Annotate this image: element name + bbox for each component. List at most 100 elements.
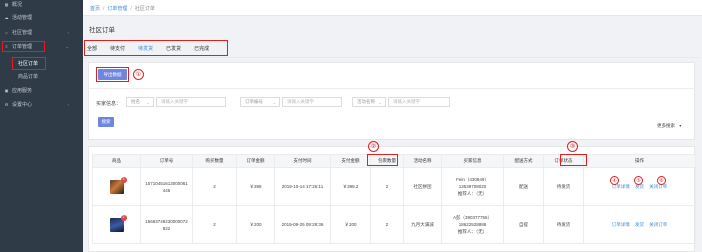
sidebar: ▦ 概况 ☁ 活动管理 ⌂ 社区管理 › ≡ 订单管理 ⌄ 社区订单 商品订单 … xyxy=(0,0,83,252)
column-header: 订单金额 xyxy=(236,154,275,168)
table-row: 3 15710451613000061 445 2 ￥398 2019-10-14… xyxy=(92,167,696,206)
column-header: 订单号 xyxy=(140,154,193,168)
sidebar-item-overview[interactable]: ▦ 概况 xyxy=(0,0,83,9)
divider xyxy=(84,57,700,58)
sidebar-item-label: 社区管理 xyxy=(12,30,33,36)
column-header: 支付金额 xyxy=(330,154,371,168)
packages-cell: 2 xyxy=(370,205,404,244)
close-order-link[interactable]: 关闭订单 xyxy=(649,184,667,189)
caret-down-icon: ▾ xyxy=(679,123,682,128)
highlight-box xyxy=(560,154,587,166)
annotation-marker: ④ xyxy=(610,176,619,185)
quantity-badge: 2 xyxy=(120,214,127,221)
select-value: 姓名 xyxy=(131,99,140,104)
highlight-box xyxy=(84,40,228,56)
buyer-cell: A彭（390377755） 18622528888 推荐人：（无） xyxy=(441,205,504,244)
annotation-marker: ⑥ xyxy=(657,176,666,185)
amount-cell: ￥398 xyxy=(236,167,275,206)
sidebar-item-goods-orders[interactable]: 商品订单 xyxy=(0,72,83,81)
order-field-select[interactable]: 订单编号 ⌄ xyxy=(240,97,280,107)
buyer-phone: 18622528888 xyxy=(458,222,487,227)
orders-table: 商品 订单号 购买数量 订单金额 支付时间 支付金额 包裹数量 活动名称 买家信… xyxy=(92,154,696,244)
buyer-field-select[interactable]: 姓名 ⌄ xyxy=(126,97,154,107)
chevron-down-icon: ⌄ xyxy=(272,99,276,105)
column-header: 商品 xyxy=(92,154,141,168)
table-row: 2 15693748230000072 822 2 ￥200 2019-09-25… xyxy=(92,205,696,244)
search-button[interactable]: 搜索 xyxy=(98,117,114,127)
grid-icon: ▦ xyxy=(4,2,9,7)
actions-cell: 订单详情 发货 关闭订单 xyxy=(583,205,696,244)
pay-amount-cell: ￥200 xyxy=(330,205,371,244)
sidebar-item-apps[interactable]: ▣ 应用服务 xyxy=(0,86,83,95)
breadcrumb-separator: / xyxy=(103,6,105,12)
sidebar-item-community[interactable]: ⌂ 社区管理 › xyxy=(0,28,83,37)
qty-cell: 2 xyxy=(192,205,237,244)
sidebar-item-label: 应用服务 xyxy=(12,88,33,94)
annotation-marker: ① xyxy=(133,69,144,80)
activity-search-input[interactable]: 请输入关键字 xyxy=(388,97,450,107)
sidebar-item-label: 活动管理 xyxy=(12,15,33,21)
chevron-right-icon: › xyxy=(67,30,69,35)
pay-amount-cell: ￥398.2 xyxy=(330,167,371,206)
annotation-marker: ③ xyxy=(567,141,578,152)
column-header: 配送方式 xyxy=(503,154,544,168)
activity-field-select[interactable]: 活动名称 ⌄ xyxy=(352,97,386,107)
pay-time-cell: 2019-10-14 17:26:11 xyxy=(274,167,331,206)
order-detail-link[interactable]: 订单详情 xyxy=(612,222,630,227)
buyer-referrer: 推荐人：（无） xyxy=(457,191,488,196)
activity-cell: 九月大满减 xyxy=(403,205,442,244)
qty-cell: 2 xyxy=(192,167,237,206)
ship-link[interactable]: 发货 xyxy=(635,222,644,227)
topbar: 首页 / 订单管理 / 社区订单 xyxy=(83,0,702,16)
select-value: 订单编号 xyxy=(245,99,263,104)
buyer-cell: Fein（430849） 13539708020 推荐人：（无） xyxy=(441,167,504,206)
breadcrumb-separator: / xyxy=(130,6,132,12)
more-search-toggle[interactable]: 更多搜索 ▾ xyxy=(657,123,681,129)
breadcrumb-home[interactable]: 首页 xyxy=(90,6,100,12)
select-value: 活动名称 xyxy=(357,99,375,104)
breadcrumb-parent[interactable]: 订单管理 xyxy=(107,6,127,12)
highlight-box xyxy=(367,154,398,166)
activity-cell: 社区拼团 xyxy=(403,167,442,206)
delivery-cell: 自提 xyxy=(503,205,544,244)
buyer-name: Fein（430849） xyxy=(456,177,489,182)
annotation-marker: ② xyxy=(368,141,379,152)
status-cell: 待发货 xyxy=(543,205,584,244)
divider xyxy=(88,88,695,89)
order-no-cell: 15693748230000072 822 xyxy=(140,205,193,244)
breadcrumb: 首页 / 订单管理 / 社区订单 xyxy=(90,5,155,12)
product-thumbnail[interactable]: 3 xyxy=(109,176,127,194)
buyer-info-label: 买家信息： xyxy=(96,101,122,107)
actions-cell: 订单详情 发货 关闭订单 xyxy=(583,167,696,206)
product-thumbnail[interactable]: 2 xyxy=(109,214,127,232)
quantity-badge: 3 xyxy=(120,176,127,183)
buyer-name: A彭（390377755） xyxy=(452,215,493,220)
order-search-input[interactable]: 请输入关键字 xyxy=(282,97,342,107)
highlight-box xyxy=(96,67,129,82)
packages-cell: 2 xyxy=(370,167,404,206)
more-search-label: 更多搜索 xyxy=(657,123,675,128)
delivery-cell: 配送 xyxy=(503,167,544,206)
sidebar-item-activity[interactable]: ☁ 活动管理 xyxy=(0,13,83,22)
order-no-line: 15710451613000061 xyxy=(145,180,188,186)
close-order-link[interactable]: 关闭订单 xyxy=(649,222,667,227)
order-no-cell: 15710451613000061 445 xyxy=(140,167,193,206)
apps-icon: ▣ xyxy=(4,88,9,93)
sidebar-item-label: 设置中心 xyxy=(12,102,33,108)
chevron-down-icon: ⌄ xyxy=(65,44,69,49)
home-icon: ⌂ xyxy=(5,30,8,35)
sidebar-item-label: 商品订单 xyxy=(18,74,39,80)
highlight-box xyxy=(2,41,45,52)
buyer-phone: 13539708020 xyxy=(458,184,487,189)
column-header: 购买数量 xyxy=(192,154,237,168)
gear-icon: ⚙ xyxy=(4,102,9,107)
status-cell: 待发货 xyxy=(543,167,584,206)
buyer-search-input[interactable]: 请输入关键字 xyxy=(156,97,226,107)
breadcrumb-current: 社区订单 xyxy=(134,6,155,12)
pay-time-cell: 2019-09-25 09:28:36 xyxy=(274,205,331,244)
highlight-box xyxy=(12,57,46,70)
sidebar-item-settings[interactable]: ⚙ 设置中心 › xyxy=(0,100,83,109)
amount-cell: ￥200 xyxy=(236,205,275,244)
buyer-referrer: 推荐人：（无） xyxy=(457,229,488,234)
cloud-icon: ☁ xyxy=(4,15,9,20)
